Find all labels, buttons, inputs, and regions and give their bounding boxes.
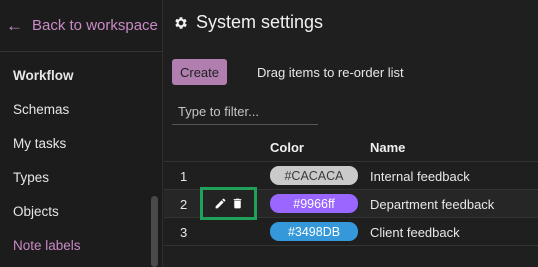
label-name: Internal feedback [370,169,470,184]
sidebar-item-schemas[interactable]: Schemas [0,92,150,126]
row-number: 2 [180,197,188,212]
page-header: System settings [173,12,323,33]
sidebar: ← Back to workspace Workflow Schemas My … [0,0,163,267]
main-panel: System settings Create Drag items to re-… [164,0,538,267]
table-row[interactable]: 1 #CACACA Internal feedback [164,162,538,190]
row-number: 1 [180,169,188,184]
drag-hint: Drag items to re-order list [257,65,404,80]
color-chip[interactable]: #CACACA [270,166,358,185]
sidebar-item-label: Schemas [13,101,70,117]
labels-table: Color Name 1 #CACACA Internal feedback 2… [164,134,538,246]
sidebar-item-label: Types [13,169,50,185]
color-chip[interactable]: #3498DB [270,222,358,241]
create-button[interactable]: Create [172,59,227,85]
back-to-workspace-link[interactable]: ← Back to workspace [0,0,163,52]
pencil-icon[interactable] [214,197,227,210]
table-header: Color Name [164,134,538,162]
sidebar-item-label: My tasks [13,135,67,151]
label-name: Client feedback [370,225,460,240]
gear-icon [175,16,187,29]
sidebar-nav: Workflow Schemas My tasks Types Objects … [0,58,150,262]
color-chip[interactable]: #9966ff [270,194,358,213]
arrow-left-icon: ← [6,16,23,35]
back-label: Back to workspace [32,17,158,34]
table-row[interactable]: 3 #3498DB Client feedback [164,218,538,246]
column-header-color: Color [270,140,304,155]
sidebar-item-my-tasks[interactable]: My tasks [0,126,150,160]
sidebar-item-label: Note labels [13,237,81,253]
sidebar-item-label: Workflow [13,67,74,83]
sidebar-item-label: Objects [13,203,59,219]
trash-icon[interactable] [231,197,244,210]
sidebar-item-types[interactable]: Types [0,160,150,194]
sidebar-item-note-labels[interactable]: Note labels [0,228,150,262]
row-number: 3 [180,225,188,240]
label-name: Department feedback [370,197,495,212]
column-header-name: Name [370,140,406,155]
row-actions [200,187,257,220]
sidebar-item-workflow[interactable]: Workflow [0,58,150,92]
sidebar-scrollbar[interactable] [151,196,158,267]
filter-input[interactable] [172,99,318,125]
sidebar-item-objects[interactable]: Objects [0,194,150,228]
page-title: System settings [196,12,324,32]
table-row[interactable]: 2 #9966ff Department feedback [164,187,538,220]
